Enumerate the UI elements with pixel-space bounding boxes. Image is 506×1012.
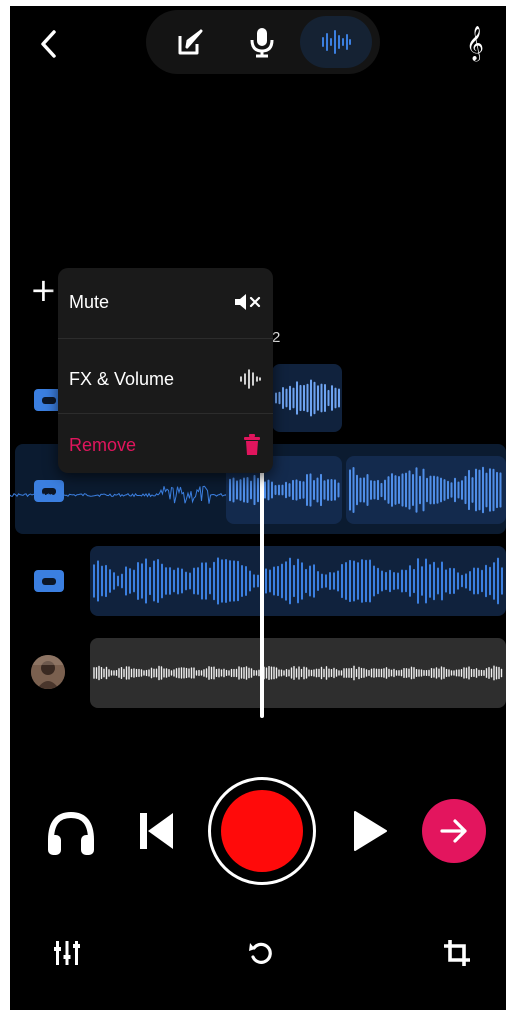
waveform [93,557,503,605]
mode-lyrics-button[interactable] [154,16,226,68]
waveform [275,379,340,417]
waveform [93,665,503,681]
waveform [349,466,502,514]
treble-clef-icon: 𝄞 [466,26,484,61]
add-track-button[interactable]: + [30,274,57,306]
record-dot [221,790,303,872]
mode-tracks-button[interactable] [300,16,372,68]
mixer-icon [54,941,80,965]
app-screen: 𝄞 + 2 Mute FX & Volume Remove [10,6,506,1010]
waveform-small-icon [240,369,261,389]
cassette-icon [42,396,56,404]
divider [58,338,273,339]
playhead[interactable] [260,458,264,718]
menu-item-label: Mute [69,291,110,312]
track-context-menu: Mute FX & Volume Remove [58,268,273,473]
menu-item-label: Remove [69,434,137,455]
chevron-left-icon [41,30,56,58]
trash-icon [244,434,260,455]
undo-icon [249,942,272,964]
pen-note-icon [178,29,203,55]
monitor-button[interactable] [44,806,98,860]
track-4-clip[interactable] [90,638,506,708]
waveform-icon [322,30,351,54]
mode-switcher [146,10,380,74]
track-1-clip[interactable] [272,364,342,432]
record-button[interactable] [208,777,316,885]
menu-item-fx-volume[interactable]: FX & Volume [58,345,273,413]
next-arrow-icon [440,819,467,843]
microphone-icon [250,28,274,58]
menu-item-mute[interactable]: Mute [58,268,273,336]
speaker-mute-icon [235,294,261,310]
crop-icon [444,940,470,966]
menu-item-label: FX & Volume [69,368,175,389]
skip-back-button[interactable] [132,806,180,856]
play-button[interactable] [348,808,392,854]
timeline-marker: 2 [272,329,281,346]
undo-button[interactable] [244,936,278,970]
cassette-icon [42,577,56,585]
skip-back-icon [140,813,173,849]
play-icon [354,811,387,851]
back-button[interactable] [34,26,64,62]
clef-button[interactable]: 𝄞 [460,24,490,64]
track-3-clip[interactable] [90,546,506,616]
track-2-clip-b[interactable] [346,456,506,524]
avatar[interactable] [31,655,65,689]
headphones-icon [48,811,94,855]
crop-button[interactable] [440,936,474,970]
divider [58,413,273,414]
mixer-button[interactable] [50,936,84,970]
next-button[interactable] [422,799,486,863]
menu-item-remove[interactable]: Remove [58,417,273,473]
mode-record-button[interactable] [226,16,298,68]
track-3-icon[interactable] [34,570,64,592]
